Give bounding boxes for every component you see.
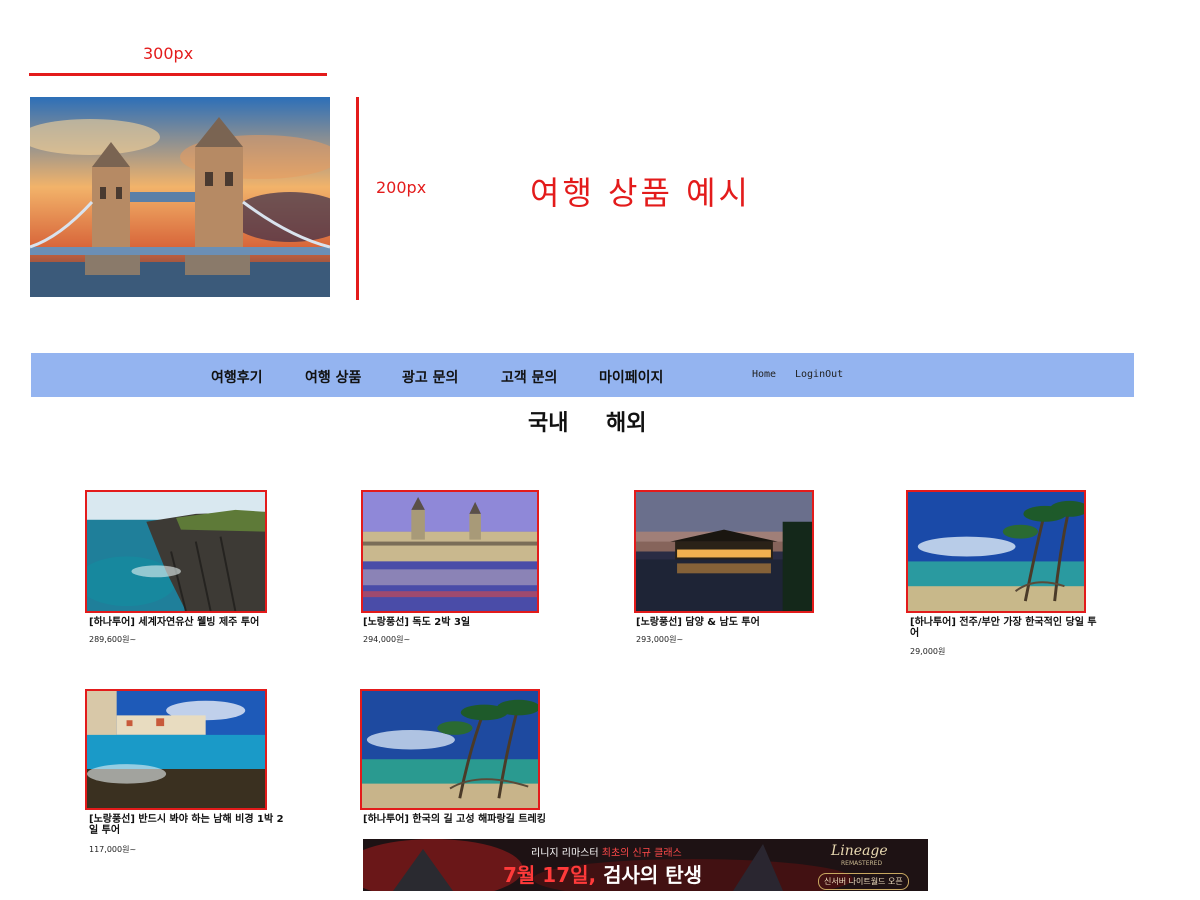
nav-login-link[interactable]: LoginOut [795, 369, 843, 380]
banner-logo-sub: REMASTERED [841, 860, 883, 867]
example-photo-tower-bridge [30, 97, 330, 297]
banner-cta-button[interactable]: 신서버 나이트월드 오픈 [818, 873, 909, 890]
main-nav-bar: 여행후기 여행 상품 광고 문의 고객 문의 마이페이지 Home LoginO… [31, 353, 1134, 397]
height-indicator-line [356, 97, 359, 300]
product-title[interactable]: [노랑풍선] 독도 2박 3일 [363, 617, 543, 628]
nav-ad-inquiry[interactable]: 광고 문의 [402, 367, 458, 387]
nav-my-page[interactable]: 마이페이지 [599, 367, 663, 387]
product-image-damyang[interactable] [634, 490, 814, 613]
nav-customer-inquiry[interactable]: 고객 문의 [501, 367, 557, 387]
banner-line1-a: 리니지 리마스터 [531, 848, 599, 859]
product-price: 117,000원~ [89, 845, 137, 854]
ad-banner-lineage[interactable]: 리니지 리마스터 최초의 신규 클래스 7월 17일, 검사의 탄생 Linea… [363, 839, 928, 891]
product-title[interactable]: [노랑풍선] 반드시 봐야 하는 남해 비경 1박 2일 투어 [89, 814, 289, 836]
product-title[interactable]: [하나투어] 한국의 길 고성 해파랑길 트레킹 [363, 814, 549, 825]
banner-headline: 검사의 탄생 [603, 863, 703, 887]
width-label: 300px [143, 44, 194, 63]
nav-travel-products[interactable]: 여행 상품 [305, 367, 361, 387]
product-image-jeju[interactable] [85, 490, 267, 613]
width-indicator-line [29, 73, 327, 76]
nav-travel-reviews[interactable]: 여행후기 [211, 367, 263, 387]
product-image-dokdo[interactable] [361, 490, 539, 613]
example-title: 여행 상품 예시 [530, 174, 751, 212]
product-price: 289,600원~ [89, 635, 137, 644]
product-price: 294,000원~ [363, 635, 411, 644]
banner-date: 7월 17일, [503, 863, 597, 887]
product-title[interactable]: [하나투어] 전주/부안 가장 한국적인 당일 투어 [910, 617, 1100, 639]
product-image-namhae[interactable] [85, 689, 267, 810]
banner-logo: Lineage [831, 843, 888, 859]
product-price: 293,000원~ [636, 635, 684, 644]
product-image-jeonju[interactable] [906, 490, 1086, 613]
tab-domestic[interactable]: 국내 [528, 405, 568, 437]
tab-overseas[interactable]: 해외 [606, 405, 646, 437]
banner-line1-b: 최초의 신규 클래스 [601, 848, 682, 859]
product-title[interactable]: [하나투어] 세계자연유산 웰빙 제주 투어 [89, 617, 269, 628]
product-price: 29,000원 [910, 647, 946, 656]
nav-home-link[interactable]: Home [752, 369, 776, 380]
product-image-goseong[interactable] [360, 689, 540, 810]
product-title[interactable]: [노랑풍선] 담양 & 남도 투어 [636, 617, 816, 628]
height-label: 200px [376, 178, 427, 197]
